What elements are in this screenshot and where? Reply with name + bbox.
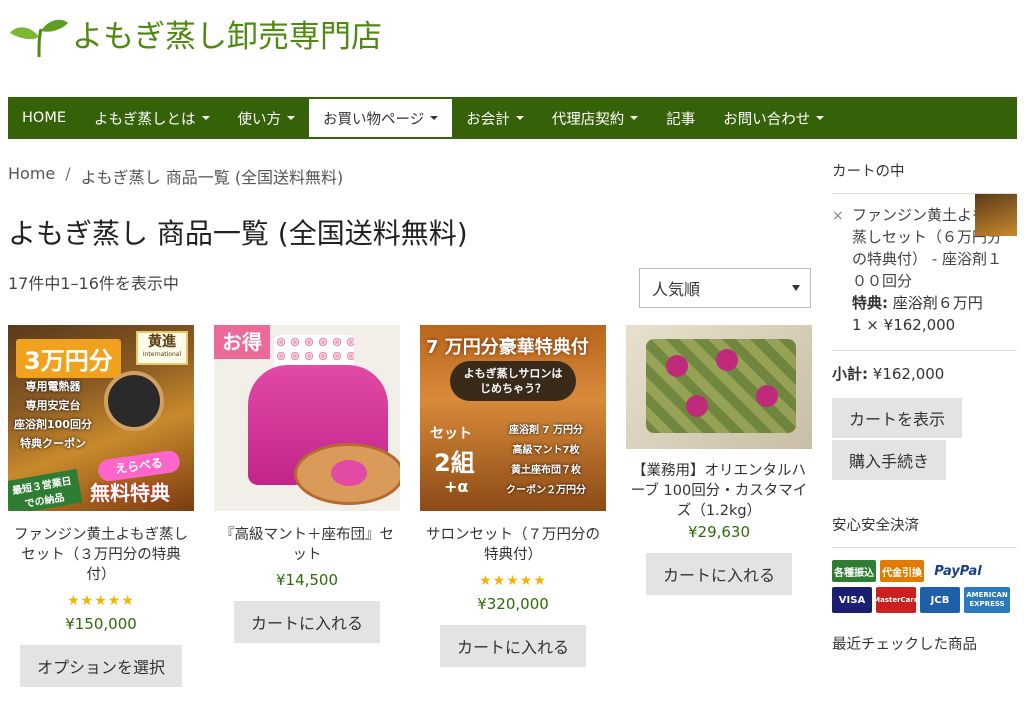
promo-feature-list: 座浴剤 7 万円分 高級マント7枚 黄土座布団７枚 クーポン２万円分 bbox=[506, 425, 586, 496]
american-express-logo-icon: AMERICAN EXPRESS bbox=[964, 587, 1010, 613]
promo-footer: 無料特典 bbox=[90, 481, 170, 505]
add-to-cart-button[interactable]: カートに入れる bbox=[439, 625, 586, 667]
nav-item-label: お買い物ページ bbox=[323, 111, 425, 128]
main-navigation: HOME よもぎ蒸しとは 使い方 お買い物ページ お会計 代理店契約 記事 お問い合わせ bbox=[8, 97, 1017, 139]
caret-down-icon bbox=[515, 116, 524, 120]
recently-viewed-title: 最近チェックした商品 bbox=[832, 637, 977, 653]
product-card: お得 『高級マント＋座布団』セット ¥14,500 カートに入れる bbox=[214, 325, 400, 643]
breadcrumb-separator: / bbox=[65, 164, 71, 183]
breadcrumb-home-link[interactable]: Home bbox=[8, 164, 55, 188]
caret-down-icon bbox=[630, 116, 639, 120]
nav-item-label: 代理店契約 bbox=[551, 111, 625, 128]
product-price: ¥29,630 bbox=[687, 523, 751, 541]
rating-stars-icon: ★★★★★ bbox=[479, 573, 547, 589]
cash-on-delivery-badge-icon: 代金引換 bbox=[880, 560, 924, 582]
promo-feature-list: 専用電熱器 専用安定台 座浴剤100回分 特典クーポン bbox=[14, 380, 92, 450]
product-image[interactable] bbox=[626, 325, 812, 449]
product-name[interactable]: サロンセット（７万円分の特典付） bbox=[420, 525, 606, 565]
bank-transfer-badge-icon: 各種振込 bbox=[832, 560, 876, 582]
cart-item: × ファンジン黄土よもぎ蒸しセット（６万円分の特典付） - 座浴剤１００回分 特… bbox=[832, 194, 1017, 336]
mastercard-logo-icon: MasterCard bbox=[873, 587, 919, 613]
product-name[interactable]: ファンジン黄土よもぎ蒸しセット（３万円分の特典付） bbox=[8, 525, 194, 585]
cart-item-thumbnail[interactable] bbox=[975, 194, 1017, 236]
promo-set-label: セット bbox=[430, 426, 472, 442]
promo-headline: 3万円分 bbox=[16, 339, 121, 378]
product-image[interactable]: 7 万円分豪華特典付 よもぎ蒸しサロンはじめちゃう？ セット 2組 +α 座浴剤… bbox=[420, 325, 606, 511]
nav-item[interactable]: よもぎ蒸しとは bbox=[80, 97, 224, 139]
cart-item-qty-price: 1 × ¥162,000 bbox=[852, 316, 956, 334]
cushion-image bbox=[294, 443, 400, 505]
promo-plus: +α bbox=[444, 477, 469, 496]
add-to-cart-button[interactable]: カートに入れる bbox=[233, 601, 380, 643]
product-price: ¥14,500 bbox=[275, 571, 339, 589]
sprout-logo-icon bbox=[10, 19, 68, 58]
promo-bubble: よもぎ蒸しサロンはじめちゃう？ bbox=[450, 361, 576, 401]
breadcrumb-current: よもぎ蒸し 商品一覧 (全国送料無料) bbox=[80, 168, 344, 187]
cart-item-meta: 特典: 座浴剤６万円 bbox=[852, 294, 983, 312]
breadcrumb: Home / よもぎ蒸し 商品一覧 (全国送料無料) bbox=[8, 164, 343, 188]
caret-down-icon bbox=[430, 116, 439, 120]
sort-selected-value: 人気順 bbox=[652, 280, 701, 299]
nav-item[interactable]: 代理店契約 bbox=[538, 97, 653, 139]
caret-down-icon bbox=[287, 116, 295, 120]
nav-item[interactable]: お問い合わせ bbox=[709, 97, 838, 139]
deal-badge: お得 bbox=[214, 325, 270, 359]
brand-logo: 黄進 International bbox=[136, 331, 188, 365]
site-header[interactable]: よもぎ蒸し卸売専門店 bbox=[8, 12, 382, 62]
page-title: よもぎ蒸し 商品一覧 (全国送料無料) bbox=[8, 217, 468, 250]
paypal-logo-icon: PayPal bbox=[928, 560, 988, 582]
nav-item-label: 記事 bbox=[666, 111, 696, 128]
nav-item[interactable]: 記事 bbox=[652, 97, 709, 139]
nav-item-label: 使い方 bbox=[237, 111, 282, 128]
product-image[interactable]: 3万円分 黄進 International 専用電熱器 専用安定台 座浴剤100… bbox=[8, 325, 194, 511]
select-options-button[interactable]: オプションを選択 bbox=[19, 645, 182, 687]
result-count: 17件中1–16件を表示中 bbox=[8, 274, 179, 293]
product-card: 【業務用】オリエンタルハーブ 100回分・カスタマイズ（1.2kg） ¥29,6… bbox=[626, 325, 812, 595]
nav-item[interactable]: 使い方 bbox=[224, 97, 310, 139]
steamer-pot-image bbox=[104, 371, 164, 431]
promo-set-count: 2組 bbox=[434, 449, 475, 477]
promo-headline: 7 万円分豪華特典付 bbox=[426, 337, 589, 358]
sidebar: カートの中 × ファンジン黄土よもぎ蒸しセット（６万円分の特典付） - 座浴剤１… bbox=[832, 150, 1017, 666]
dropdown-arrow-icon bbox=[792, 285, 800, 291]
checkout-button[interactable]: 購入手続き bbox=[832, 440, 947, 480]
delivery-ribbon: 最短３営業日での納品 bbox=[8, 468, 83, 511]
jcb-logo-icon: JCB bbox=[920, 587, 960, 613]
product-card: 7 万円分豪華特典付 よもぎ蒸しサロンはじめちゃう？ セット 2組 +α 座浴剤… bbox=[420, 325, 606, 667]
payment-widget-title: 安心安全決済 bbox=[832, 504, 1017, 548]
nav-item-label: お会計 bbox=[466, 111, 510, 128]
view-cart-button[interactable]: カートを表示 bbox=[832, 398, 963, 438]
caret-down-icon bbox=[816, 116, 825, 120]
nav-item-label: HOME bbox=[22, 110, 66, 126]
cart-widget-title: カートの中 bbox=[832, 150, 1017, 194]
site-title[interactable]: よもぎ蒸し卸売専門店 bbox=[72, 21, 382, 53]
nav-item-label: よもぎ蒸しとは bbox=[94, 111, 196, 128]
product-name[interactable]: 『高級マント＋座布団』セット bbox=[214, 525, 400, 565]
product-name[interactable]: 【業務用】オリエンタルハーブ 100回分・カスタマイズ（1.2kg） bbox=[626, 461, 812, 521]
nav-item-label: お問い合わせ bbox=[723, 111, 811, 128]
caret-down-icon bbox=[201, 116, 210, 120]
product-card: 3万円分 黄進 International 専用電熱器 専用安定台 座浴剤100… bbox=[8, 325, 194, 687]
nav-item[interactable]: お会計 bbox=[452, 97, 538, 139]
product-price: ¥320,000 bbox=[477, 595, 549, 613]
product-price: ¥150,000 bbox=[65, 615, 137, 633]
add-to-cart-button[interactable]: カートに入れる bbox=[645, 553, 792, 595]
payment-badges: 各種振込 代金引換 PayPal VISA MasterCard JCB AME… bbox=[832, 560, 1017, 613]
cart-subtotal: 小計: ¥162,000 bbox=[832, 350, 1017, 384]
visa-logo-icon: VISA bbox=[832, 587, 872, 613]
product-image[interactable]: お得 bbox=[214, 325, 400, 511]
rating-stars-icon: ★★★★★ bbox=[67, 593, 135, 609]
remove-item-icon[interactable]: × bbox=[832, 205, 844, 227]
nav-item[interactable]: お買い物ページ bbox=[309, 99, 453, 137]
sort-select[interactable]: 人気順 bbox=[639, 268, 811, 308]
nav-item[interactable]: HOME bbox=[8, 97, 80, 139]
